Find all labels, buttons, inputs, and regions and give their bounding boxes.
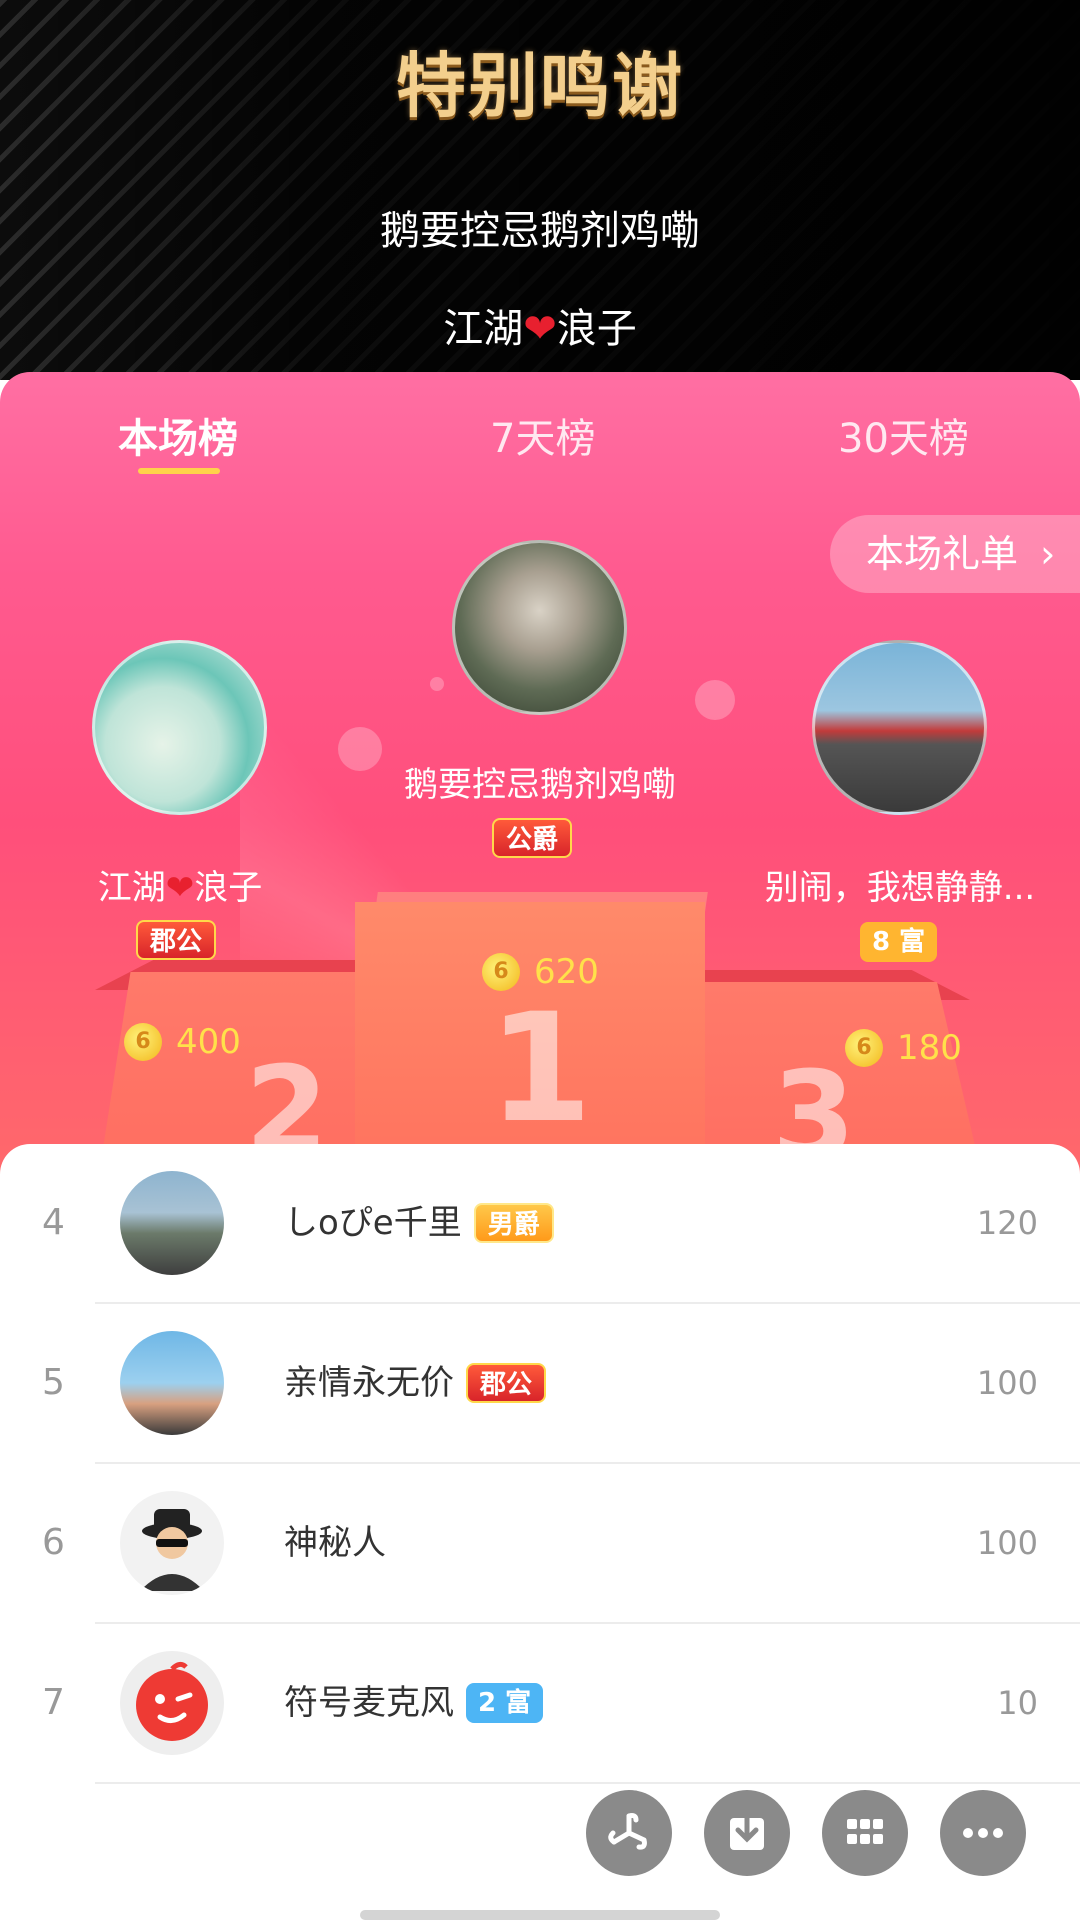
user-name: 神秘人: [284, 1523, 386, 1563]
coins-third: 6 180: [845, 1028, 962, 1068]
avatar-second[interactable]: [92, 640, 267, 815]
thanks-user-2: 江湖❤浪子: [0, 296, 1080, 354]
badge-first: 公爵: [492, 818, 573, 858]
level-badge: 郡公: [466, 1363, 547, 1403]
more-button[interactable]: [940, 1790, 1026, 1876]
thanks-header: 特别鸣谢 鹅要控忌鹅剂鸡嘞 江湖❤浪子: [0, 0, 1080, 380]
badge-second: 郡公: [136, 920, 217, 960]
gift-list-button[interactable]: 本场礼单 ›: [830, 515, 1080, 593]
rank-number: 6: [42, 1522, 65, 1563]
thanks-user-2-suffix: 浪子: [556, 306, 637, 352]
list-item[interactable]: 7 符号麦克风 2 富 10: [0, 1624, 1080, 1782]
winner-second-name-suffix: 浪子: [194, 868, 263, 908]
rank-number: 4: [42, 1202, 65, 1243]
podium-first-number: 1: [488, 982, 593, 1156]
coins-first-value: 620: [534, 952, 599, 992]
list-item[interactable]: 5 亲情永无价 郡公 100: [0, 1304, 1080, 1462]
user-name-wrap: 神秘人: [284, 1464, 386, 1622]
heart-icon: ❤: [523, 306, 557, 352]
contribution-value: 100: [976, 1364, 1038, 1402]
avatar[interactable]: [120, 1171, 224, 1275]
spy-avatar-icon: [140, 1509, 204, 1591]
user-name-wrap: 符号麦克风 2 富: [284, 1624, 544, 1782]
tab-30-days[interactable]: 30天榜: [838, 406, 969, 464]
winner-second-name: 江湖❤浪子: [40, 860, 320, 909]
avatar[interactable]: [120, 1491, 224, 1595]
badge-third: 8 富: [860, 922, 938, 962]
avatar[interactable]: [120, 1651, 224, 1755]
thanks-user-2-prefix: 江湖: [443, 306, 524, 352]
more-icon: [963, 1828, 1003, 1838]
winner-first-name: 鹅要控忌鹅剂鸡嘞: [404, 765, 676, 805]
decor-bubble: [430, 677, 444, 691]
rank-number: 7: [42, 1682, 65, 1723]
list-item[interactable]: 6 神秘人 100: [0, 1464, 1080, 1622]
pinwheel-icon: [608, 1813, 647, 1850]
wink-face-icon: [136, 1661, 208, 1741]
ranking-panel: 本场榜 7天榜 30天榜 本场礼单 › 2 1 3 鹅要控忌鹅剂鸡嘞 公爵 6 …: [0, 372, 1080, 1192]
contribution-value: 100: [976, 1524, 1038, 1562]
coins-second-value: 400: [176, 1022, 241, 1062]
download-button[interactable]: [704, 1790, 790, 1876]
contribution-value: 10: [997, 1684, 1038, 1722]
tab-active-indicator: [138, 468, 220, 474]
thanks-user-1: 鹅要控忌鹅剂鸡嘞: [380, 208, 700, 254]
grid-button[interactable]: [822, 1790, 908, 1876]
coins-first: 6 620: [482, 952, 599, 992]
coin-icon: 6: [124, 1023, 162, 1061]
user-name: 符号麦克风: [284, 1683, 454, 1723]
winner-third-name: 别闹，我想静静...: [764, 868, 1036, 908]
user-name: しoぴe千里: [284, 1203, 462, 1243]
gift-list-label: 本场礼单: [866, 532, 1019, 576]
rank-page: 特别鸣谢 鹅要控忌鹅剂鸡嘞 江湖❤浪子 本场榜 7天榜 30天榜 本场礼单 › …: [0, 0, 1080, 1920]
decor-bubble: [695, 680, 735, 720]
rank-tabs: 本场榜 7天榜 30天榜: [0, 372, 1080, 497]
download-icon: [730, 1809, 764, 1850]
coin-icon: 6: [845, 1029, 883, 1067]
contribution-value: 120: [976, 1204, 1038, 1242]
user-name-wrap: しoぴe千里 男爵: [284, 1144, 554, 1302]
level-badge: 男爵: [473, 1203, 554, 1243]
level-badge: 2 富: [466, 1683, 544, 1723]
user-name: 亲情永无价: [284, 1363, 454, 1403]
coin-icon: 6: [482, 953, 520, 991]
avatar-third[interactable]: [812, 640, 987, 815]
user-name-wrap: 亲情永无价 郡公: [284, 1304, 547, 1462]
winner-second-name-prefix: 江湖: [97, 868, 166, 908]
avatar-first[interactable]: [452, 540, 627, 715]
avatar[interactable]: [120, 1331, 224, 1435]
list-item[interactable]: 4 しoぴe千里 男爵 120: [0, 1144, 1080, 1302]
tab-7-days[interactable]: 7天榜: [490, 406, 595, 464]
tab-current-session[interactable]: 本场榜: [118, 406, 238, 464]
rank-list: 4 しoぴe千里 男爵 120 5 亲情永无价 郡公 100 6 神秘人 100…: [0, 1144, 1080, 1920]
coins-second: 6 400: [124, 1022, 241, 1062]
chevron-right-icon: ›: [1040, 532, 1056, 576]
home-indicator[interactable]: [360, 1910, 720, 1920]
coins-third-value: 180: [897, 1028, 962, 1068]
divider: [95, 1782, 1080, 1784]
grid-icon: [847, 1819, 883, 1844]
pinwheel-button[interactable]: [586, 1790, 672, 1876]
rank-number: 5: [42, 1362, 65, 1403]
heart-icon: ❤: [165, 868, 195, 908]
thanks-title: 特别鸣谢: [396, 45, 684, 127]
